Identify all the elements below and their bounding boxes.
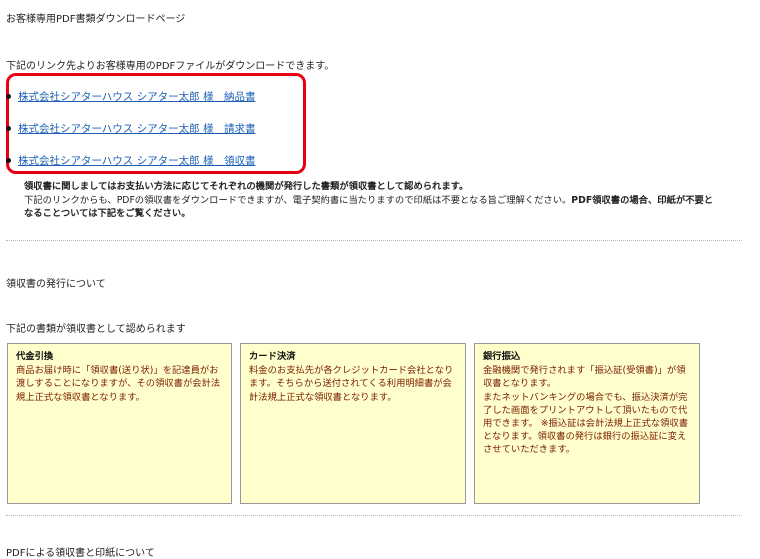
card-box: カード決済 料金のお支払先が各クレジットカード会社となります。そちらから送付され…: [240, 343, 466, 504]
box-body: 金融機関で発行されます「振込証(受領書)」が領収書となります。 またネットバンキ…: [483, 365, 689, 456]
box-title: 代金引換: [16, 351, 54, 362]
bank-transfer-box: 銀行振込 金融機関で発行されます「振込証(受領書)」が領収書となります。 またネ…: [474, 343, 700, 504]
box-title: 銀行振込: [483, 351, 521, 362]
box-body: 料金のお支払先が各クレジットカード会社となります。そちらから送付されてくる利用明…: [249, 365, 454, 403]
bullet-icon: [6, 126, 11, 131]
bullet-icon: [6, 158, 11, 163]
invoice-link[interactable]: 株式会社シアターハウス シアター太郎 様 請求書: [18, 121, 255, 136]
list-item: 株式会社シアターハウス シアター太郎 様 請求書: [6, 121, 255, 136]
bullet-icon: [6, 94, 11, 99]
box-body: 商品お届け時に「領収書(送り状)」を記達員がお渡しすることになりますが、その領収…: [16, 365, 221, 403]
note-line-1: 領収書に関しましてはお支払い方法に応じてそれぞれの機関が発行した書類が領収書とし…: [24, 181, 469, 192]
list-item: 株式会社シアターハウス シアター太郎 様 納品書: [6, 89, 255, 104]
page-title: お客様専用PDF書類ダウンロードページ: [6, 14, 186, 25]
box-title: カード決済: [249, 351, 296, 362]
divider: [6, 515, 742, 516]
note-line-3: なることついては下記をご覧ください。: [24, 208, 191, 219]
next-section-heading: PDFによる領収書と印紙について: [6, 548, 155, 559]
divider: [6, 240, 742, 241]
section-subheading: 下記の書類が領収書として認められます: [6, 324, 186, 335]
section-heading: 領収書の発行について: [6, 279, 106, 290]
list-item: 株式会社シアターハウス シアター太郎 様 領収書: [6, 153, 255, 168]
intro-text: 下記のリンク先よりお客様専用のPDFファイルがダウンロードできます。: [6, 61, 335, 72]
delivery-note-link[interactable]: 株式会社シアターハウス シアター太郎 様 納品書: [18, 89, 255, 104]
receipt-link[interactable]: 株式会社シアターハウス シアター太郎 様 領収書: [18, 153, 255, 168]
note-line-2: 下記のリンクからも、PDFの領収書をダウンロードできますが、電子契約書に当たりま…: [24, 194, 572, 206]
receipt-note: 領収書に関しましてはお支払い方法に応じてそれぞれの機関が発行した書類が領収書とし…: [24, 180, 754, 221]
cod-box: 代金引換 商品お届け時に「領収書(送り状)」を記達員がお渡しすることになりますが…: [7, 343, 232, 504]
note-line-2-bold: PDF領収書の場合、印紙が不要と: [571, 194, 714, 206]
